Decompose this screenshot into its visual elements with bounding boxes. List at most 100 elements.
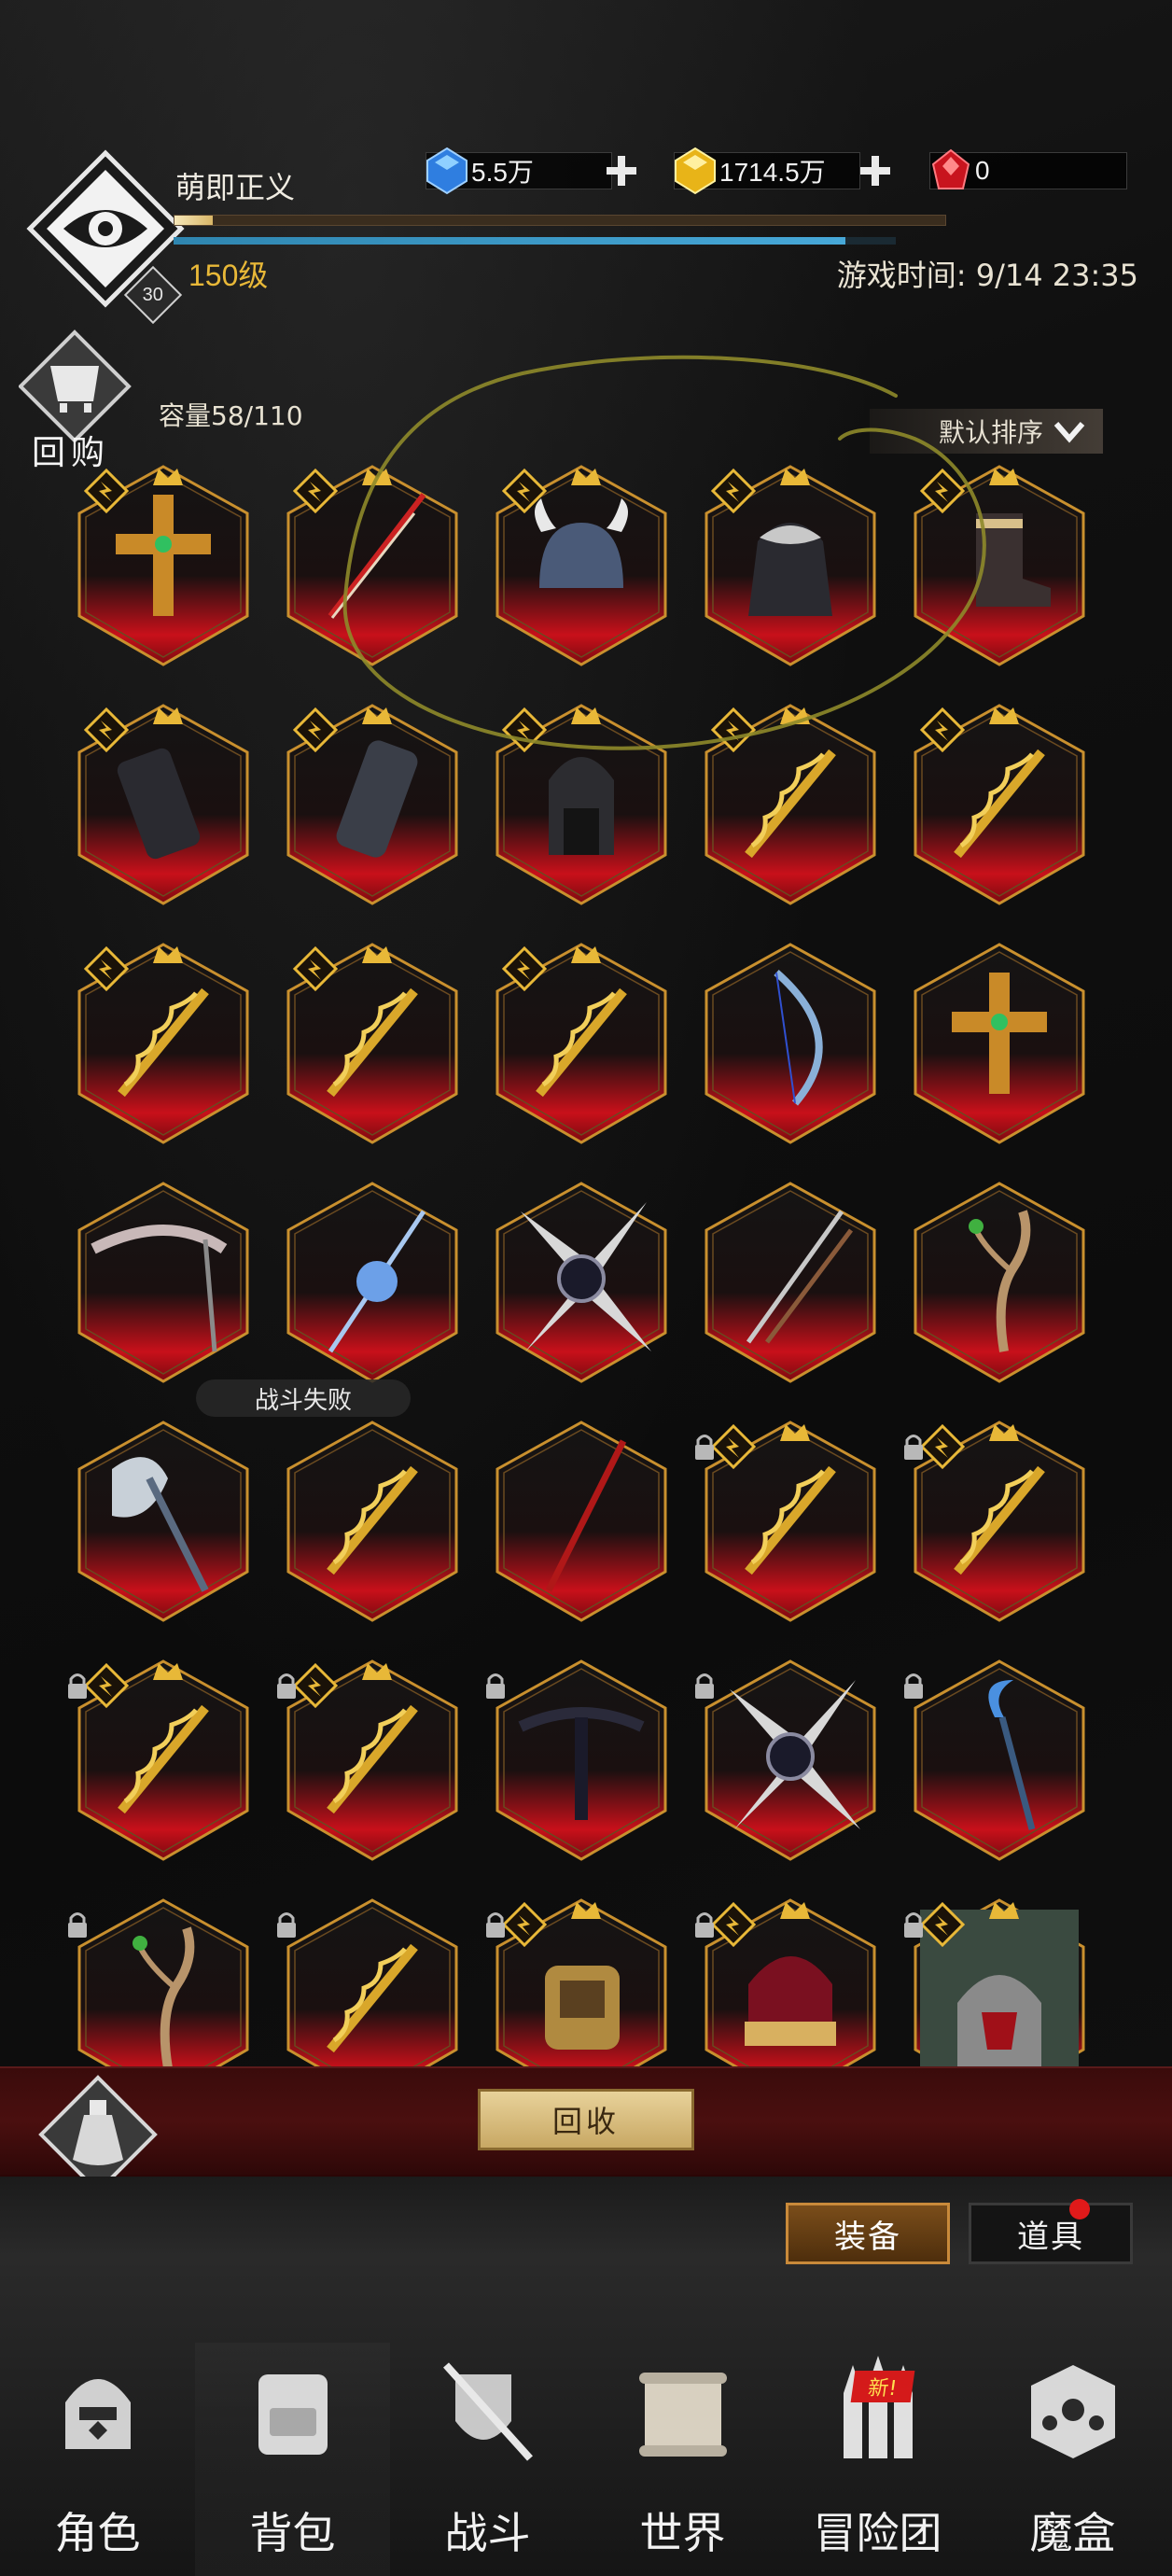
rarity-tag-icon [84,946,129,991]
inventory-slot[interactable] [692,1652,888,1876]
rarity-tag-icon [502,469,547,513]
new-badge: 新! [850,2371,915,2402]
item-frame [495,1659,667,1861]
tab-equipment[interactable]: 装备 [786,2203,950,2264]
rarity-tag-icon [711,1424,756,1469]
nav-label: 角色 [54,2508,141,2558]
red-gem-icon [931,148,970,189]
xp-fill [174,216,214,225]
lock-icon [486,1673,505,1699]
rarity-tag-icon [502,1902,547,1947]
inventory-slot[interactable] [65,457,261,681]
currency-red: 0 [929,148,1127,192]
inventory-slot[interactable] [65,1413,261,1637]
inventory-slot[interactable] [692,1174,888,1398]
inventory-slot[interactable] [65,1652,261,1876]
nav-item-3[interactable]: 世界 [585,2343,780,2576]
inventory-slot[interactable] [901,1174,1097,1398]
rarity-tag-icon [920,1902,965,1947]
inventory-slot[interactable] [65,935,261,1159]
nav-item-5[interactable]: 魔盒 [975,2343,1170,2576]
gold-crest-icon [571,1902,601,1919]
currency-red-value: 0 [975,156,990,185]
currency-gold-value: 1714.5万 [719,158,826,187]
rarity-tag-icon [711,1902,756,1947]
sort-dropdown[interactable]: 默认排序 [870,409,1103,454]
rarity-tag-icon [293,946,338,991]
add-blue-gem-button[interactable] [603,152,640,189]
inventory-slot[interactable] [274,1174,470,1398]
rarity-tag-icon [502,946,547,991]
nav-item-1[interactable]: 背包 [195,2343,390,2576]
currency-blue: 5.5万 [426,147,646,195]
inventory-slot[interactable] [274,1891,470,2067]
item-frame [495,1421,667,1622]
lock-icon [277,1912,296,1938]
gold-gem-icon [675,147,716,195]
inventory-slot[interactable] [692,457,888,681]
inventory-slot[interactable] [901,935,1097,1159]
inventory-slot[interactable] [901,457,1097,681]
lock-icon [486,1912,505,1938]
rarity-tag-icon [920,469,965,513]
blue-gem-icon [426,147,467,195]
lock-icon [904,1435,923,1460]
player-header: 30 萌即正义 150级 游戏时间: 9/14 23:35 5.5万 1714.… [0,0,1172,373]
item-frame [77,1421,249,1622]
inventory-slot[interactable] [483,935,679,1159]
mp-fill [174,237,845,245]
inventory-slot[interactable] [692,1891,888,2067]
gold-crest-icon [780,1902,810,1919]
inventory-slot[interactable] [65,1891,261,2067]
inventory-slot[interactable] [901,1652,1097,1876]
lock-icon [904,1912,923,1938]
player-level: 150级 [188,259,269,292]
inventory-slot[interactable] [274,935,470,1159]
inventory-slot[interactable] [483,1891,679,2067]
inventory-slot[interactable] [483,1652,679,1876]
inventory-slot[interactable] [692,696,888,920]
nav-label: 战斗 [444,2508,531,2558]
gold-crest-icon [989,469,1019,485]
map-scroll-icon [639,2373,727,2457]
inventory-slot[interactable] [274,1413,470,1637]
nav-item-0[interactable]: 角色 [0,2343,195,2576]
currency-gold: 1714.5万 [674,147,898,195]
notification-dot [1069,2199,1090,2219]
gold-crest-icon [571,946,601,963]
inventory-slot[interactable] [65,1174,261,1398]
add-gold-gem-button[interactable] [857,152,894,189]
inventory-slot[interactable] [483,696,679,920]
tab-items[interactable]: 道具 [969,2203,1133,2264]
inventory-slot[interactable] [692,935,888,1159]
nav-item-2[interactable]: 战斗 [390,2343,585,2576]
capacity-text: 容量58/110 [159,400,303,431]
lock-icon [68,1912,87,1938]
inventory-slot[interactable] [274,457,470,681]
nav-label: 冒险团 [813,2508,942,2558]
nav-label: 背包 [249,2508,336,2558]
inventory-slot[interactable] [901,696,1097,920]
item-frame [77,1898,249,2067]
lock-icon [277,1673,296,1699]
inventory-slot[interactable] [483,1174,679,1398]
gold-crest-icon [780,469,810,485]
item-frame [286,1421,458,1622]
inventory-slot[interactable] [274,1652,470,1876]
inventory-slot[interactable] [901,1891,1097,2067]
inventory-slot[interactable] [65,696,261,920]
ring-icon [545,1966,620,2050]
gold-crest-icon [571,469,601,485]
inventory-slot[interactable] [901,1413,1097,1637]
inventory-slot[interactable] [483,457,679,681]
helmet-icon [65,2379,131,2449]
rarity-tag-icon [502,707,547,752]
chevron-down-icon [1053,422,1085,443]
inventory-slot[interactable] [483,1413,679,1637]
gold-crest-icon [362,707,392,724]
recycle-button[interactable]: 回收 [478,2089,694,2150]
inventory-slot[interactable] [692,1413,888,1637]
inventory-slot[interactable] [274,696,470,920]
gold-crest-icon [989,1424,1019,1441]
nav-item-4[interactable]: 新! 冒险团 [780,2343,975,2576]
